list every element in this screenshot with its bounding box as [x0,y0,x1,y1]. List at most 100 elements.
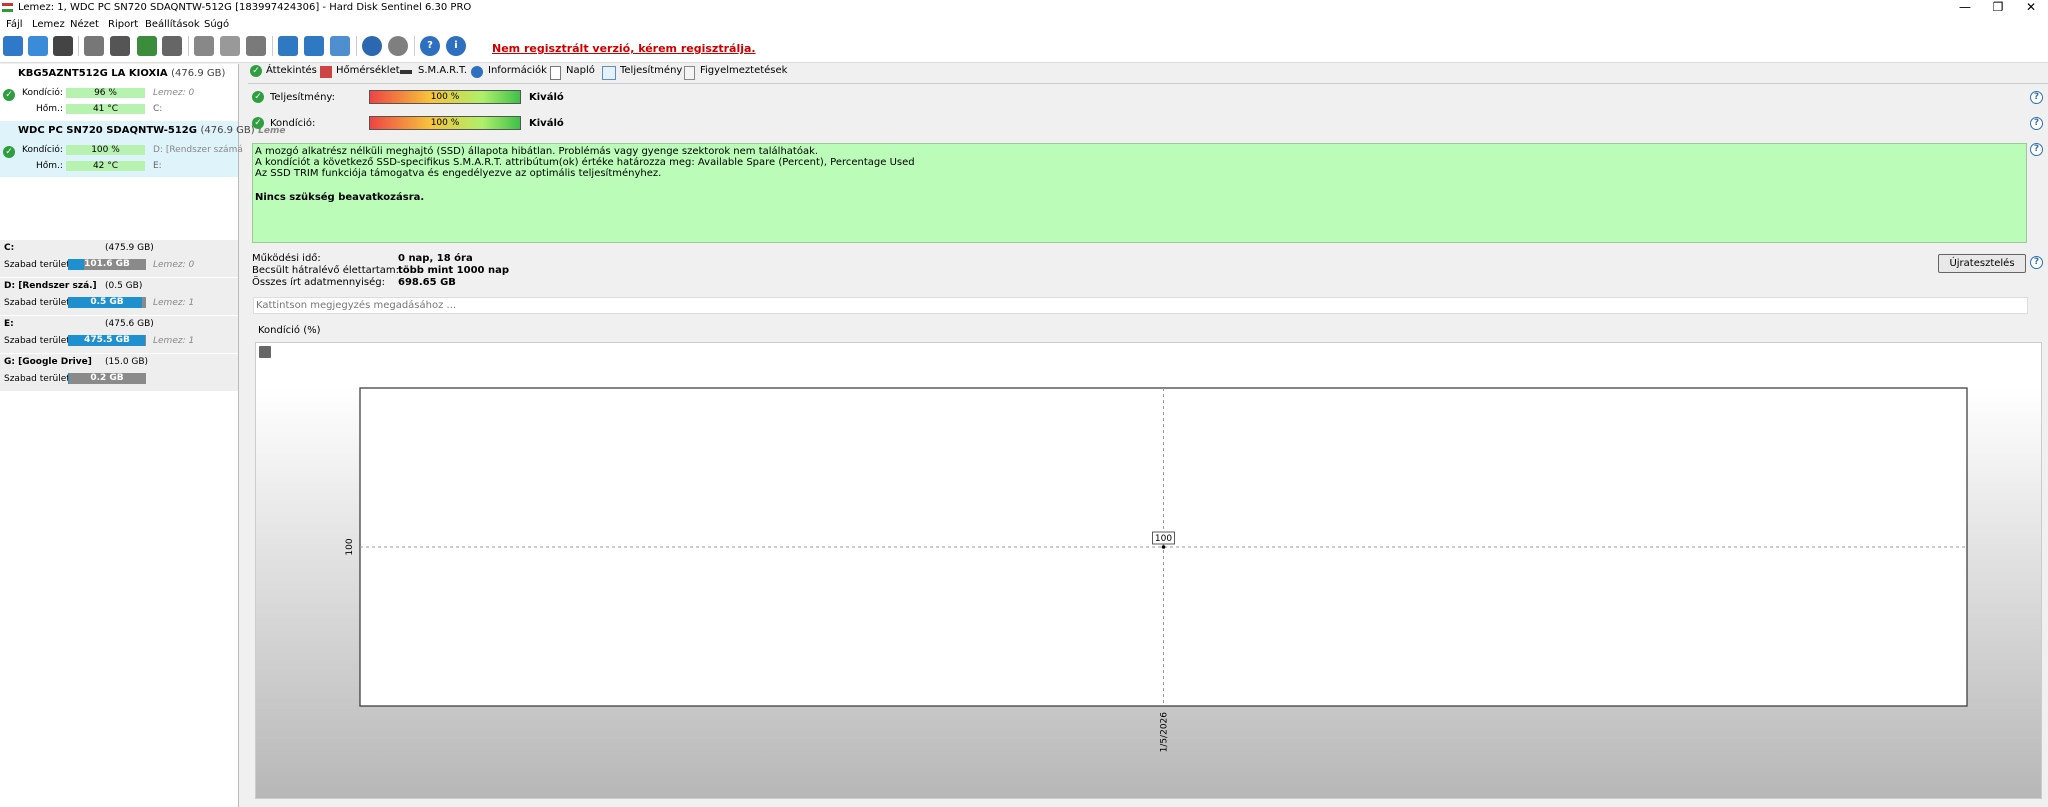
volume-name: C: [4,243,15,253]
message-line: A kondíciót a következő SSD-specifikus S… [255,157,915,168]
registration-warning-link[interactable]: Nem regisztrált verzió, kérem regisztrál… [492,42,756,55]
performance-label: Teljesítmény: [270,92,335,103]
message-action: Nincs szükség beavatkozásra. [255,192,425,203]
disk-test-icon[interactable] [84,36,104,56]
volume-entry[interactable]: C: (475.9 GB) Szabad terület 101.6 GB Le… [0,240,238,278]
volume-entry[interactable]: G: [Google Drive] (15.0 GB) Szabad terül… [0,354,238,392]
volume-name: G: [Google Drive] [4,357,92,367]
minimize-button[interactable]: — [1950,0,1980,16]
report-icon[interactable] [278,36,298,56]
menu-report[interactable]: Riport [108,19,138,30]
volume-name: D: [Rendszer szá.] [4,281,97,291]
smart-icon [400,70,412,74]
free-space-bar: 0.5 GB [68,297,146,308]
performance-ok-icon: ✓ [252,91,264,103]
log-icon [550,66,561,80]
free-space-bar: 475.5 GB [68,335,146,346]
menu-settings[interactable]: Beállítások [145,19,200,30]
ok-check-icon: ✓ [3,146,15,158]
message-line: Az SSD TRIM funkciója támogatva és enged… [255,168,662,179]
condition-rating: Kiváló [529,118,564,129]
info-icon[interactable]: i [446,36,466,56]
disk-entry-0[interactable]: KBG5AZNT512G LA KIOXIA (476.9 GB) ✓ Kond… [0,64,238,120]
temperature-label: Hőm.: [36,161,63,171]
disk-ref: Lemez: 0 [153,88,195,98]
menu-file[interactable]: Fájl [6,19,23,30]
condition-label: Kondíció: [22,145,63,155]
tab-log[interactable]: Napló [566,65,595,76]
help-icon[interactable]: ? [420,36,440,56]
maximize-button[interactable]: ❐ [1983,0,2013,16]
network-icon[interactable] [220,36,240,56]
remaining-life-value: több mint 1000 nap [398,265,510,276]
uptime-label: Működési idő: [252,253,321,264]
refresh-all-icon[interactable] [28,36,48,56]
menu-view[interactable]: Nézet [70,19,99,30]
help-icon[interactable]: ? [2030,91,2043,104]
settings-icon[interactable] [362,36,382,56]
toolbar-separator [272,36,273,56]
help-icon[interactable]: ? [2030,143,2043,156]
disk-repair-icon[interactable] [162,36,182,56]
volume-entry[interactable]: E: (475.6 GB) Szabad terület 475.5 GB Le… [0,316,238,354]
chart-tab-condition[interactable]: Kondíció (%) [258,325,321,336]
x-tick-label: 1/5/2026 [1160,712,1170,753]
disk-name: KBG5AZNT512G LA KIOXIA (476.9 GB) [18,68,226,79]
volume-disk: Lemez: 1 [153,298,195,308]
tab-overview[interactable]: Áttekintés [266,65,317,76]
disk-icon[interactable] [53,36,73,56]
tools-icon[interactable] [388,36,408,56]
status-message-box: A mozgó alkatrész nélküli meghajtó (SSD)… [252,143,2027,243]
drive-letter: E: [153,161,162,171]
window-title: Lemez: 1, WDC PC SN720 SDAQNTW-512G [183… [18,2,472,13]
tab-smart[interactable]: S.M.A.R.T. [418,65,467,76]
disk-surface-icon[interactable] [110,36,130,56]
send-icon[interactable] [330,36,350,56]
tab-alerts[interactable]: Figyelmeztetések [700,65,787,76]
remaining-life-label: Becsült hátralévő élettartam: [252,265,400,276]
free-space-label: Szabad terület [4,298,70,308]
information-icon [471,66,483,78]
close-button[interactable]: ✕ [2016,0,2046,16]
overview-check-icon: ✓ [250,65,262,77]
thermometer-icon [320,66,332,78]
disk-ref: D: [Rendszer számá [153,145,243,155]
disk-name: WDC PC SN720 SDAQNTW-512G (476.9 GB) Lem… [18,125,286,136]
data-label: 100 [1155,534,1172,544]
performance-icon [602,66,616,80]
menu-bar [0,16,2048,33]
email-icon[interactable] [304,36,324,56]
drive-icon[interactable] [246,36,266,56]
hdd-icon[interactable] [194,36,214,56]
condition-bar: 96 % [66,88,145,98]
volume-size: (15.0 GB) [105,357,149,367]
condition-bar: 100 % [369,116,521,130]
toolbar-separator [414,36,415,56]
help-icon[interactable]: ? [2030,117,2043,130]
help-icon[interactable]: ? [2030,256,2043,269]
condition-bar: 100 % [66,145,145,155]
volume-size: (475.9 GB) [105,243,154,253]
retest-button[interactable]: Újratesztelés [1938,254,2026,273]
message-line: A mozgó alkatrész nélküli meghajtó (SSD)… [255,146,819,157]
free-space-label: Szabad terület [4,374,70,384]
disk-entry-1[interactable]: WDC PC SN720 SDAQNTW-512G (476.9 GB) Lem… [0,121,286,177]
data-written-label: Összes írt adatmennyiség: [252,277,385,288]
condition-label: Kondíció: [270,118,316,129]
note-input[interactable]: Kattintson megjegyzés megadásához ... [253,297,2028,314]
app-flag-icon [2,3,13,12]
y-tick-label: 100 [345,538,355,555]
free-space-bar: 0.2 GB [68,373,146,384]
tab-performance[interactable]: Teljesítmény [620,65,682,76]
toolbar-separator [78,36,79,56]
volume-entry[interactable]: D: [Rendszer szá.] (0.5 GB) Szabad terül… [0,278,238,316]
menu-disk[interactable]: Lemez [32,19,65,30]
tab-information[interactable]: Információk [488,65,547,76]
menu-help[interactable]: Súgó [204,19,229,30]
volume-size: (0.5 GB) [105,281,143,291]
tab-temperature[interactable]: Hőmérséklet [336,65,400,76]
data-written-value: 698.65 GB [398,277,456,288]
refresh-icon[interactable] [3,36,23,56]
performance-bar: 100 % [369,90,521,104]
disk-check-icon[interactable] [137,36,157,56]
